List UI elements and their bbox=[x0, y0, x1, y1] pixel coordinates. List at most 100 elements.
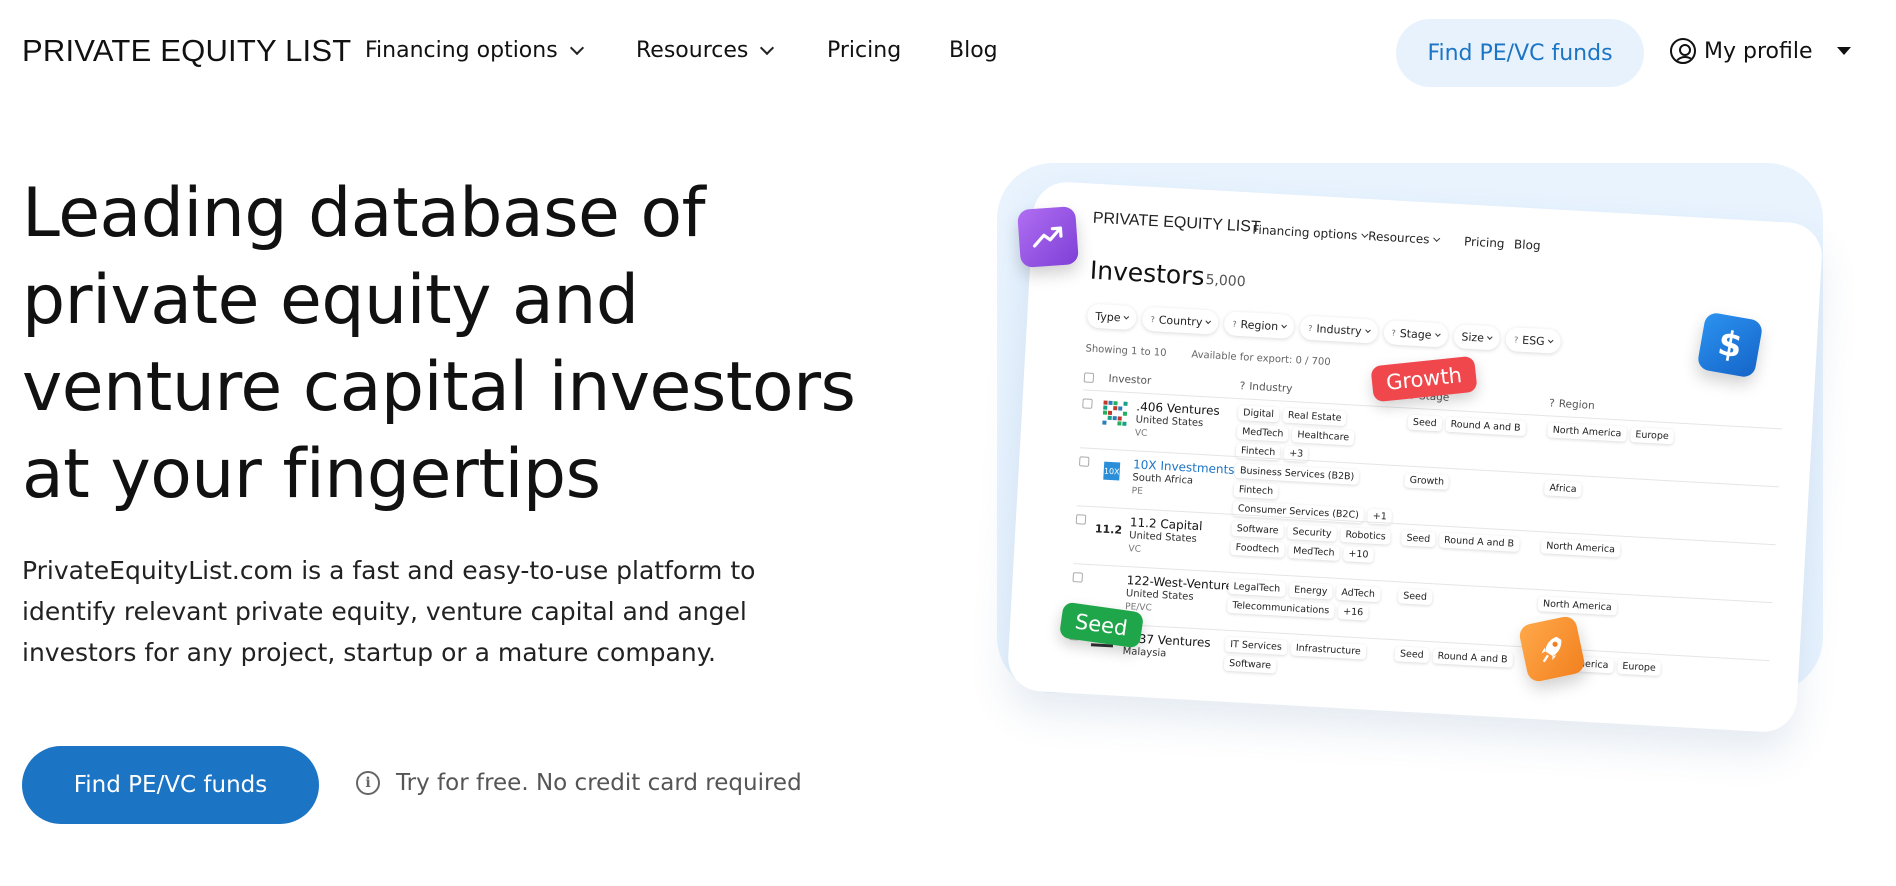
industry-tags: Software Security Robotics Foodtech MedT… bbox=[1230, 520, 1392, 564]
chevron-down-icon bbox=[1547, 337, 1554, 344]
industry-tag: MedTech bbox=[1236, 424, 1289, 442]
industry-tag: Business Services (B2B) bbox=[1234, 462, 1360, 485]
region-tag: Africa bbox=[1544, 480, 1582, 498]
region-tags: North America Europe bbox=[1547, 422, 1678, 445]
mockup-filter-bar: Type ? Country ? Region ? Industry ? Stage S… bbox=[1086, 303, 1562, 354]
row-checkbox bbox=[1072, 572, 1084, 583]
help-icon: ? bbox=[1513, 334, 1519, 345]
industry-tag: +16 bbox=[1337, 603, 1369, 621]
region-tag: North America bbox=[1537, 596, 1618, 616]
help-icon: ? bbox=[1232, 319, 1237, 329]
chevron-down-icon bbox=[1487, 334, 1493, 340]
industry-tag: Healthcare bbox=[1291, 427, 1355, 446]
industry-tag: Security bbox=[1287, 524, 1337, 542]
industry-tag: Digital bbox=[1237, 405, 1280, 423]
find-funds-hero-button[interactable]: Find PE/VC funds bbox=[22, 746, 319, 824]
chevron-down-icon bbox=[1281, 322, 1288, 329]
nav-pricing[interactable]: Pricing bbox=[827, 38, 901, 63]
industry-tag: Real Estate bbox=[1282, 407, 1347, 427]
chevron-down-icon bbox=[760, 40, 775, 55]
my-profile-menu[interactable]: My profile bbox=[1670, 38, 1851, 64]
stage-tag: Seed bbox=[1407, 414, 1443, 432]
mockup-col-industry: ? Industry bbox=[1239, 380, 1292, 395]
rocket-icon bbox=[1517, 614, 1587, 684]
region-tag: Europe bbox=[1629, 426, 1675, 445]
nav-blog[interactable]: Blog bbox=[949, 38, 998, 63]
mockup-nav-financing-label: Financing options bbox=[1252, 222, 1358, 243]
stage-tag: Round A and B bbox=[1432, 648, 1513, 668]
industry-tag: LegalTech bbox=[1228, 578, 1286, 597]
stage-tag: Round A and B bbox=[1438, 532, 1520, 552]
mockup-filter-industry: ? Industry bbox=[1299, 315, 1379, 344]
site-logo[interactable]: PRIVATE EQUITY LIST bbox=[22, 33, 351, 69]
nav-pricing-label: Pricing bbox=[827, 38, 902, 63]
filter-label: Size bbox=[1461, 329, 1485, 345]
help-icon: ? bbox=[1307, 323, 1313, 333]
mockup-nav-resources-label: Resources bbox=[1367, 229, 1430, 247]
mockup-nav-blog: Blog bbox=[1514, 237, 1541, 252]
investor-country: United States bbox=[1125, 588, 1194, 603]
rocket-glyph bbox=[1541, 636, 1562, 663]
nav-financing-options[interactable]: Financing options bbox=[365, 38, 584, 63]
mockup-filter-size: Size bbox=[1452, 323, 1501, 351]
mockup-col-region: ? Region bbox=[1549, 397, 1595, 412]
investors-mockup-card: PRIVATE EQUITY LIST Financing options Re… bbox=[1006, 180, 1824, 734]
industry-tag: Fintech bbox=[1233, 481, 1279, 500]
my-profile-label: My profile bbox=[1704, 38, 1813, 64]
info-icon: i bbox=[356, 771, 380, 795]
filter-label: Type bbox=[1095, 309, 1121, 324]
mockup-filter-type: Type bbox=[1086, 303, 1138, 331]
caret-down-icon bbox=[1836, 47, 1851, 55]
investor-type: VC bbox=[1134, 428, 1148, 440]
mockup-filter-region: ? Region bbox=[1223, 311, 1295, 340]
mockup-investors-count: 5,000 bbox=[1205, 272, 1247, 291]
nav-blog-label: Blog bbox=[949, 38, 998, 63]
find-funds-nav-button[interactable]: Find PE/VC funds bbox=[1396, 19, 1644, 87]
chevron-down-icon bbox=[1205, 318, 1212, 325]
row-checkbox bbox=[1082, 398, 1093, 409]
trending-up-icon bbox=[1017, 206, 1079, 268]
stage-tag: Growth bbox=[1404, 472, 1450, 490]
industry-tag: Foodtech bbox=[1230, 539, 1285, 558]
dots-logo-icon bbox=[1102, 400, 1128, 426]
investor-logo-mark: 10X bbox=[1103, 461, 1121, 481]
stage-tags: Growth bbox=[1404, 472, 1525, 494]
investor-country: South Africa bbox=[1132, 472, 1194, 487]
mockup-showing-text: Showing 1 to 10 bbox=[1085, 343, 1167, 359]
investor-type: PE bbox=[1131, 486, 1144, 497]
free-trial-note: i Try for free. No credit card required bbox=[356, 770, 802, 796]
row-checkbox bbox=[1075, 514, 1087, 525]
help-icon: ? bbox=[1391, 328, 1397, 338]
investor-type: VC bbox=[1128, 544, 1142, 555]
investor-logo: 10X bbox=[1098, 457, 1125, 484]
chevron-down-icon bbox=[1433, 234, 1441, 242]
mockup-nav-financing: Financing options bbox=[1252, 222, 1369, 243]
mockup-nav-pricing-label: Pricing bbox=[1463, 234, 1505, 251]
industry-tag: Infrastructure bbox=[1290, 640, 1367, 660]
region-tag: Europe bbox=[1617, 658, 1662, 677]
mockup-nav-blog-label: Blog bbox=[1513, 237, 1541, 253]
stage-tag: Round A and B bbox=[1445, 416, 1526, 437]
region-tags: North America bbox=[1537, 596, 1669, 618]
filter-label: Region bbox=[1240, 317, 1279, 333]
mockup-filter-country: ? Country bbox=[1141, 306, 1220, 335]
industry-tag: IT Services bbox=[1224, 636, 1288, 656]
filter-label: Industry bbox=[1316, 321, 1362, 338]
row-checkbox bbox=[1078, 456, 1090, 467]
mockup-nav-pricing: Pricing bbox=[1464, 234, 1505, 250]
investor-country: Malaysia bbox=[1122, 645, 1167, 660]
trending-up-glyph bbox=[1032, 226, 1063, 248]
nav-resources[interactable]: Resources bbox=[636, 38, 775, 63]
stage-tag: Seed bbox=[1401, 530, 1436, 548]
chevron-down-icon bbox=[1364, 327, 1371, 333]
hero-title: Leading database of private equity and v… bbox=[22, 174, 856, 514]
filter-label: Country bbox=[1158, 312, 1203, 329]
help-icon: ? bbox=[1548, 397, 1556, 410]
industry-tag: Software bbox=[1231, 520, 1284, 539]
industry-tag: Software bbox=[1223, 655, 1277, 674]
stage-tags: Seed Round A and B bbox=[1401, 530, 1522, 552]
dollar-icon: $ bbox=[1696, 311, 1764, 379]
industry-tag: Telecommunications bbox=[1227, 597, 1335, 619]
industry-tags: IT Services Infrastructure Software bbox=[1223, 636, 1396, 680]
chevron-down-icon bbox=[1434, 331, 1441, 337]
